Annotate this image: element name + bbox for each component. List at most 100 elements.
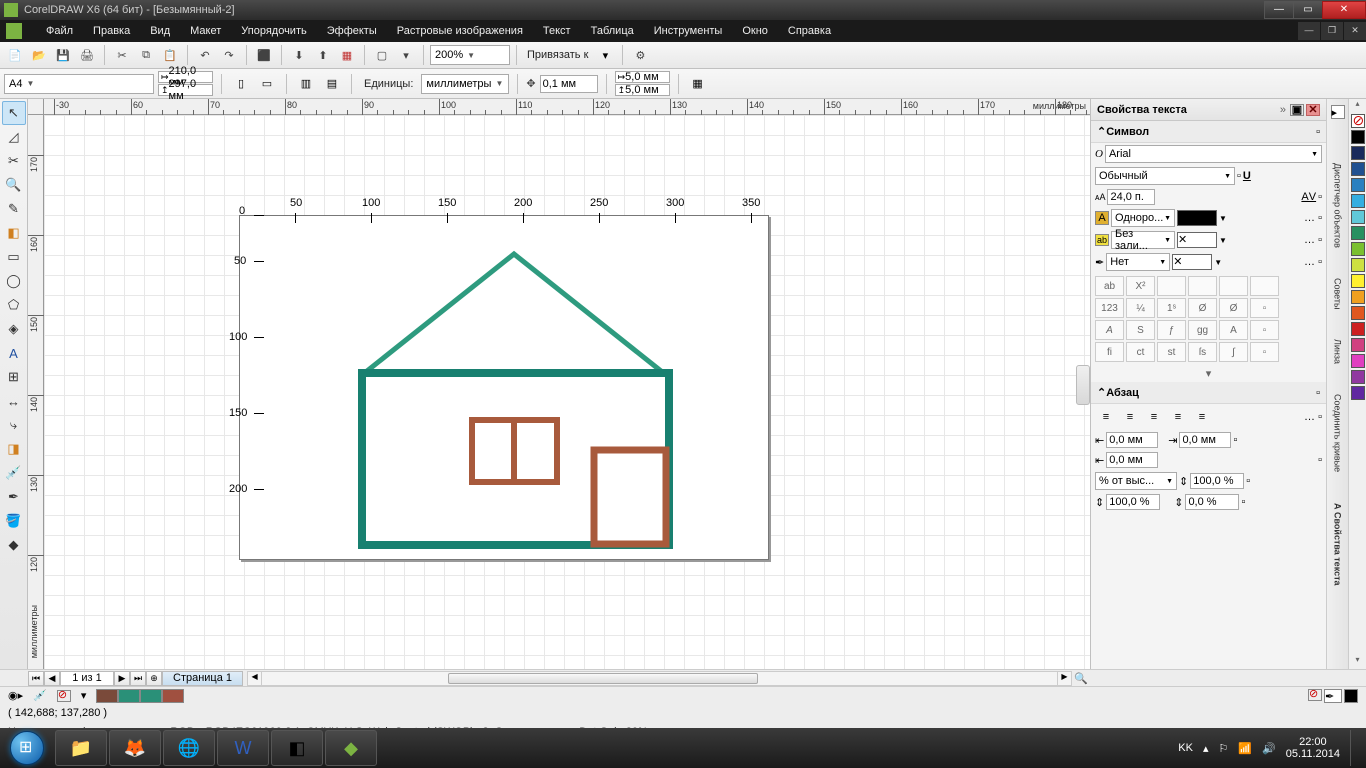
palette-swatch[interactable] [1351, 210, 1365, 224]
ruler-origin[interactable] [28, 99, 44, 115]
record-button[interactable]: ◉▸ [8, 689, 23, 702]
align-none-button[interactable]: ≡ [1095, 406, 1117, 428]
ellipse-tool[interactable]: ◯ [2, 269, 26, 293]
menu-tools[interactable]: Инструменты [644, 20, 733, 42]
zoom-nav-button[interactable]: 🔍 [1072, 672, 1090, 685]
prev-page-button[interactable]: ◀ [44, 671, 60, 686]
smart-fill-tool[interactable]: ◧ [2, 221, 26, 245]
new-button[interactable]: 📄 [4, 44, 26, 66]
units-combo[interactable]: миллиметры▼ [421, 74, 509, 94]
vertical-ruler[interactable]: миллиметры 170160150140130120 [28, 115, 44, 669]
app-menu-icon[interactable] [6, 23, 22, 39]
interactive-tool[interactable]: ◨ [2, 437, 26, 461]
interactive-fill-tool[interactable]: ◆ [2, 533, 26, 557]
page-height-field[interactable]: ↥ 297,0 мм [158, 84, 213, 96]
palette-swatch[interactable] [1351, 258, 1365, 272]
canvas-vscroll-thumb[interactable] [1076, 365, 1090, 405]
eyedropper-tool[interactable]: 💉 [2, 461, 26, 485]
current-page-button[interactable]: ▤ [321, 73, 343, 95]
tab-text-properties[interactable]: А Свойства текста [1333, 503, 1343, 586]
hscrollbar[interactable]: ◀ ▶ [247, 671, 1072, 686]
menu-help[interactable]: Справка [778, 20, 841, 42]
first-page-button[interactable]: ⏮ [28, 671, 44, 686]
docker-section-paragraph[interactable]: ⌃ Абзац▫ [1091, 382, 1326, 404]
portrait-button[interactable]: ▯ [230, 73, 252, 95]
palette-swatch[interactable] [1351, 178, 1365, 192]
window-close-button[interactable]: ✕ [1322, 1, 1366, 19]
expand-arrow[interactable]: ▾ [1091, 365, 1326, 382]
mdi-minimize-button[interactable]: — [1298, 22, 1320, 40]
palette-swatch[interactable] [1351, 226, 1365, 240]
fill-color-swatch[interactable] [1177, 210, 1217, 226]
last-page-button[interactable]: ⏭ [130, 671, 146, 686]
strikethrough-button[interactable]: ab [1095, 276, 1124, 296]
duplicate-x-field[interactable]: ↦ 5,0 мм [615, 71, 670, 83]
tab-object-manager[interactable]: Диспетчер объектов [1333, 163, 1343, 248]
export-button[interactable]: ⬆ [312, 44, 334, 66]
first-line-indent-field[interactable]: 0,0 мм [1106, 432, 1158, 448]
tab-join-curves[interactable]: Соединить кривые [1333, 394, 1343, 472]
app-launcher-button[interactable]: ▾ [395, 44, 417, 66]
taskbar-word[interactable]: W [217, 730, 269, 766]
nudge-field[interactable]: 0,1 мм [540, 75, 598, 93]
font-size-field[interactable]: 24,0 п. [1107, 189, 1155, 205]
outline-indicator[interactable]: ✒ [1324, 689, 1342, 703]
palette-swatch[interactable] [1351, 386, 1365, 400]
palette-down-button[interactable]: ▾ [1349, 655, 1366, 669]
text-tool[interactable]: A [2, 341, 26, 365]
outline-combo[interactable]: Нет▼ [1106, 253, 1170, 271]
next-page-button[interactable]: ▶ [114, 671, 130, 686]
menu-arrange[interactable]: Упорядочить [231, 20, 316, 42]
all-pages-button[interactable]: ▥ [295, 73, 317, 95]
ligatures-button[interactable]: fi [1095, 342, 1124, 362]
palette-swatch[interactable] [1351, 322, 1365, 336]
tab-hints[interactable]: Советы [1333, 278, 1343, 309]
volume-icon[interactable]: 🔊 [1262, 742, 1276, 755]
docker-expand-button[interactable]: ▣ [1290, 104, 1304, 116]
mdi-close-button[interactable]: ✕ [1344, 22, 1366, 40]
taskbar-chrome[interactable]: 🌐 [163, 730, 215, 766]
menu-window[interactable]: Окно [732, 20, 778, 42]
outline-tool[interactable]: ✒ [2, 485, 26, 509]
menu-edit[interactable]: Правка [83, 20, 140, 42]
taskbar-coreldraw[interactable]: ◆ [325, 730, 377, 766]
docker-close-button[interactable]: ✕ [1306, 104, 1320, 116]
palette-swatch[interactable] [1351, 370, 1365, 384]
import-button[interactable]: ⬇ [288, 44, 310, 66]
fill-tool[interactable]: 🪣 [2, 509, 26, 533]
align-center-button[interactable]: ≡ [1143, 406, 1165, 428]
palette-swatch[interactable] [1351, 338, 1365, 352]
fill-type-combo[interactable]: Одноро...▼ [1111, 209, 1175, 227]
left-indent-field[interactable]: 0,0 мм [1179, 432, 1231, 448]
taskbar-app[interactable]: ◧ [271, 730, 323, 766]
recent-color-swatch[interactable] [96, 689, 118, 703]
zoom-tool[interactable]: 🔍 [2, 173, 26, 197]
add-page-button[interactable]: ⊕ [146, 671, 162, 686]
numeric-button[interactable]: 123 [1095, 298, 1124, 318]
menu-table[interactable]: Таблица [581, 20, 644, 42]
duplicate-y-field[interactable]: ↥ 5,0 мм [615, 84, 670, 96]
network-icon[interactable]: 📶 [1238, 742, 1252, 755]
after-spacing-field[interactable]: 0,0 % [1185, 494, 1239, 510]
open-button[interactable]: 📂 [28, 44, 50, 66]
connector-tool[interactable]: ⤷ [2, 413, 26, 437]
copy-button[interactable]: ⧉ [135, 44, 157, 66]
window-minimize-button[interactable]: — [1264, 1, 1294, 19]
options-button[interactable]: ⚙ [629, 44, 651, 66]
hscroll-right-button[interactable]: ▶ [1057, 672, 1071, 685]
palette-up-button[interactable]: ▴ [1349, 99, 1366, 113]
undo-button[interactable]: ↶ [194, 44, 216, 66]
before-spacing-field[interactable]: 100,0 % [1106, 494, 1160, 510]
publish-pdf-button[interactable]: ▦ [336, 44, 358, 66]
fill-none-indicator[interactable]: ⊘ [1308, 689, 1322, 701]
zoom-combo[interactable]: 200%▼ [430, 45, 510, 65]
palette-swatch[interactable] [1351, 306, 1365, 320]
language-indicator[interactable]: KK [1178, 742, 1193, 754]
line-spacing-field[interactable]: 100,0 % [1190, 473, 1244, 489]
font-style-combo[interactable]: Обычный▼ [1095, 167, 1235, 185]
menu-file[interactable]: Файл [36, 20, 83, 42]
window-maximize-button[interactable]: ▭ [1293, 1, 1323, 19]
outline-color-swatch[interactable]: ✕ [1172, 254, 1212, 270]
dimension-tool[interactable]: ↔ [2, 389, 26, 413]
shape-tool[interactable]: ◿ [2, 125, 26, 149]
